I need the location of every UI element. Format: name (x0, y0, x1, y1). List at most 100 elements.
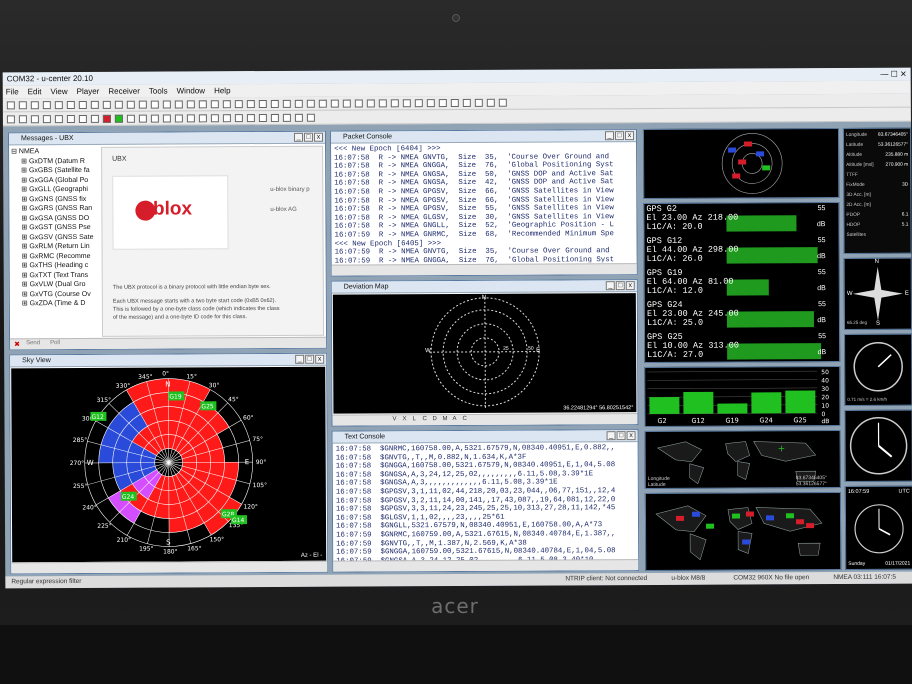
toolbar-button-icon[interactable] (282, 99, 291, 108)
menu-tools[interactable]: Tools (149, 87, 168, 96)
window-buttons[interactable]: _ □ x (605, 281, 635, 291)
toolbar-button-icon[interactable] (486, 98, 495, 107)
toolbar-button-icon[interactable] (126, 114, 135, 123)
deviation-tool-button[interactable]: M (442, 416, 447, 422)
message-tree-item[interactable]: ⊞ GxDTM (Datum R (11, 156, 99, 166)
toolbar-button-icon[interactable] (282, 113, 291, 122)
toolbar-button-icon[interactable] (306, 113, 315, 122)
toolbar-button-icon[interactable] (78, 100, 87, 109)
messages-window[interactable]: Messages - UBX _ □ x ⊟ NMEA ⊞ GxDTM (Datum … (7, 130, 328, 351)
menu-help[interactable]: Help (214, 86, 231, 95)
message-tree-item[interactable]: ⊞ GxRMC (Recomme (12, 251, 100, 261)
window-buttons[interactable]: _ □ x (606, 431, 636, 441)
toolbar-button-icon[interactable] (18, 115, 27, 124)
message-tree[interactable]: ⊟ NMEA ⊞ GxDTM (Datum R ⊞ GxGBS (Satellite… (11, 147, 100, 309)
toolbar-button-icon[interactable] (126, 100, 135, 109)
toolbar-button-icon[interactable] (66, 101, 75, 110)
toolbar-button-icon[interactable] (210, 100, 219, 109)
toolbar-button-icon[interactable] (174, 114, 183, 123)
deviation-tool-button[interactable]: X (402, 416, 406, 422)
poll-button[interactable]: Poll (50, 340, 60, 346)
window-buttons[interactable]: _ □ x (294, 354, 325, 364)
toolbar-button-icon[interactable] (174, 100, 183, 109)
toolbar-button-icon[interactable] (42, 115, 51, 124)
toolbar-button-icon[interactable] (294, 113, 303, 122)
toolbar-button-icon[interactable] (354, 99, 363, 108)
toolbar-button-icon[interactable] (222, 100, 231, 109)
message-tree-item[interactable]: ⊞ GxGST (GNSS Pse (11, 223, 99, 233)
menu-view[interactable]: View (50, 87, 67, 96)
deviation-map-window[interactable]: Deviation Map _ □ x N W E 25 50 36.2248129… (330, 279, 639, 427)
toolbar-button-icon[interactable] (162, 100, 171, 109)
message-tree-item[interactable]: ⊞ GxGSV (GNSS Sate (11, 232, 99, 242)
menu-receiver[interactable]: Receiver (108, 87, 140, 96)
message-tree-item[interactable]: ⊞ GxRLM (Return Lin (12, 242, 100, 252)
toolbar-button-icon[interactable] (54, 101, 63, 110)
message-tree-item[interactable]: ⊞ GxTHS (Heading c (12, 261, 100, 271)
toolbar-button-icon[interactable] (306, 99, 315, 108)
packet-console-window[interactable]: Packet Console _ □ x <<< New Epoch [6404] … (329, 129, 638, 277)
toolbar-button-icon[interactable] (42, 101, 51, 110)
toolbar-button-icon[interactable] (18, 101, 27, 110)
toolbar-button-icon[interactable] (6, 115, 15, 124)
toolbar-button-icon[interactable] (54, 115, 63, 124)
toolbar-button-icon[interactable] (498, 98, 507, 107)
toolbar-button-icon[interactable] (390, 99, 399, 108)
sky-view-window[interactable]: Sky View _ □ x 345° 0° 15° 30° 45° 60° 75° 90° 105… (9, 352, 329, 575)
deviation-tool-button[interactable]: V (392, 416, 396, 422)
send-button[interactable]: Send (26, 340, 40, 346)
toolbar-button-icon[interactable] (450, 98, 459, 108)
menu-edit[interactable]: Edit (28, 87, 42, 96)
toolbar-button-icon[interactable] (246, 100, 255, 109)
message-tree-item[interactable]: ⊞ GxZDA (Time & D (12, 299, 100, 309)
toolbar-button-icon[interactable] (186, 100, 195, 109)
toolbar-button-icon[interactable] (318, 99, 327, 108)
toolbar-button-icon[interactable] (198, 100, 207, 109)
toolbar-button-icon[interactable] (234, 114, 243, 123)
toolbar-button-icon[interactable] (210, 114, 219, 123)
toolbar-button-icon[interactable] (474, 98, 483, 107)
toolbar-button-icon[interactable] (270, 99, 279, 108)
message-tree-item[interactable]: ⊟ NMEA (11, 147, 99, 157)
toolbar-button-icon[interactable] (342, 99, 351, 108)
deviation-tool-button[interactable]: A (452, 416, 456, 422)
toolbar-button-icon[interactable] (150, 114, 159, 123)
toolbar-button-icon[interactable] (114, 100, 123, 109)
toolbar-button-icon[interactable] (330, 99, 339, 108)
menu-player[interactable]: Player (77, 87, 100, 96)
message-tree-item[interactable]: ⊞ GxVLW (Dual Gro (12, 280, 100, 290)
toolbar-button-icon[interactable] (102, 100, 111, 109)
toolbar-button-icon[interactable] (258, 99, 267, 109)
message-tree-item[interactable]: ⊞ GxGLL (Geographi (11, 185, 99, 195)
message-tree-item[interactable]: ⊞ GxVTG (Course Ov (12, 289, 100, 299)
toolbar-button-icon[interactable] (186, 114, 195, 123)
toolbar-button-icon[interactable] (138, 100, 147, 109)
toolbar-button-icon[interactable] (378, 99, 387, 108)
window-buttons[interactable]: _ □ x (604, 131, 635, 141)
toolbar-button-icon[interactable] (138, 114, 147, 123)
toolbar-button-icon[interactable] (414, 99, 423, 108)
message-tree-item[interactable]: ⊞ GxGNS (GNSS fix (11, 194, 99, 204)
toolbar-button-icon[interactable] (6, 101, 15, 110)
toolbar-button-icon[interactable] (270, 113, 279, 122)
toolbar-button-icon[interactable] (30, 101, 39, 110)
text-console-window[interactable]: Text Console _ □ x 16:07:58 $GNRMC,160758.… (331, 429, 640, 573)
message-tree-item[interactable]: ⊞ GxGSA (GNSS DO (11, 213, 99, 223)
toolbar-button-icon[interactable] (114, 114, 123, 123)
menu-window[interactable]: Window (177, 86, 205, 95)
deviation-tool-button[interactable]: D (432, 416, 436, 422)
toolbar-button-icon[interactable] (246, 114, 255, 123)
toolbar-button-icon[interactable] (234, 100, 243, 109)
toolbar-button-icon[interactable] (90, 100, 99, 109)
menu-file[interactable]: File (6, 87, 19, 96)
toolbar-button-icon[interactable] (90, 114, 99, 123)
message-tree-item[interactable]: ⊞ GxGBS (Satellite fa (11, 166, 99, 176)
deviation-tool-button[interactable]: C (462, 416, 466, 422)
message-tree-item[interactable]: ⊞ GxGRS (GNSS Ran (11, 204, 99, 214)
toolbar-button-icon[interactable] (102, 114, 111, 123)
toolbar-button-icon[interactable] (162, 114, 171, 123)
toolbar-button-icon[interactable] (462, 98, 471, 107)
close-icon[interactable]: ✖ (14, 340, 20, 348)
toolbar-button-icon[interactable] (30, 115, 39, 124)
packet-log[interactable]: <<< New Epoch [6404] >>> 16:07:58 R -> NM… (334, 144, 631, 264)
